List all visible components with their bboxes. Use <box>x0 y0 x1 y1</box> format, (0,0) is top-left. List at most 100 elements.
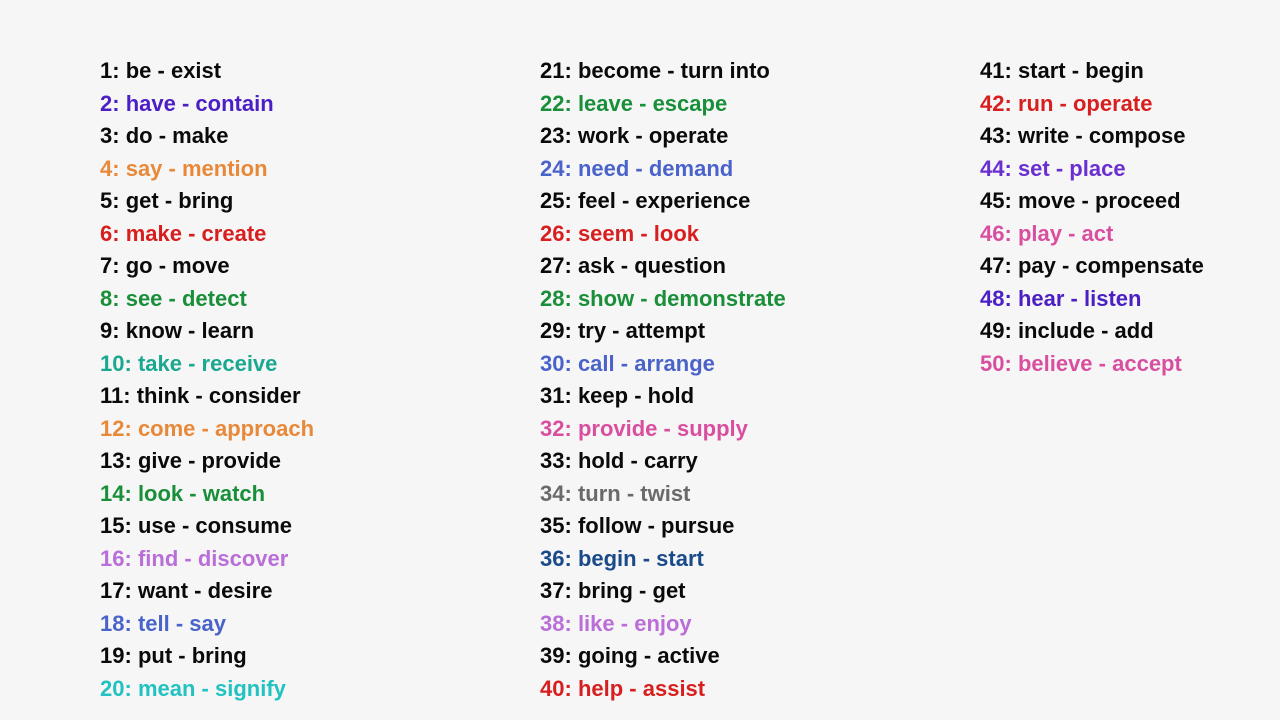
dash-separator: - <box>1069 123 1089 148</box>
dash-separator: - <box>1095 318 1115 343</box>
entry-synonym: move <box>172 253 229 278</box>
dash-separator: - <box>1093 351 1113 376</box>
entry-word: begin <box>578 546 637 571</box>
entry-number: 37 <box>540 578 564 603</box>
entry-word: say <box>126 156 163 181</box>
entry-49: 49: include - add <box>980 315 1280 348</box>
entry-13: 13: give - provide <box>100 445 540 478</box>
entry-synonym: listen <box>1084 286 1141 311</box>
entry-number: 46 <box>980 221 1004 246</box>
colon-separator: : <box>1004 221 1017 246</box>
dash-separator: - <box>182 351 202 376</box>
dash-separator: - <box>624 448 644 473</box>
entry-28: 28: show - demonstrate <box>540 283 980 316</box>
entry-4: 4: say - mention <box>100 153 540 186</box>
entry-word: do <box>126 123 153 148</box>
entry-8: 8: see - detect <box>100 283 540 316</box>
colon-separator: : <box>124 611 137 636</box>
entry-synonym: say <box>189 611 226 636</box>
column-3: 41: start - begin42: run - operate43: wr… <box>980 55 1280 705</box>
entry-42: 42: run - operate <box>980 88 1280 121</box>
colon-separator: : <box>564 416 577 441</box>
entry-number: 34 <box>540 481 564 506</box>
dash-separator: - <box>182 221 202 246</box>
colon-separator: : <box>1004 286 1017 311</box>
entry-24: 24: need - demand <box>540 153 980 186</box>
entry-9: 9: know - learn <box>100 315 540 348</box>
colon-separator: : <box>564 253 577 278</box>
entry-synonym: compose <box>1089 123 1186 148</box>
dash-separator: - <box>623 676 643 701</box>
entry-synonym: proceed <box>1095 188 1181 213</box>
colon-separator: : <box>112 318 125 343</box>
entry-number: 40 <box>540 676 564 701</box>
entry-10: 10: take - receive <box>100 348 540 381</box>
entry-number: 43 <box>980 123 1004 148</box>
dash-separator: - <box>1064 286 1084 311</box>
colon-separator: : <box>1004 351 1017 376</box>
entry-synonym: detect <box>182 286 247 311</box>
colon-separator: : <box>124 513 137 538</box>
entry-synonym: turn into <box>681 58 770 83</box>
synonym-list: 1: be - exist2: have - contain3: do - ma… <box>100 55 1280 705</box>
entry-word: use <box>138 513 176 538</box>
entry-synonym: signify <box>215 676 286 701</box>
entry-synonym: make <box>172 123 228 148</box>
entry-number: 36 <box>540 546 564 571</box>
entry-word: give <box>138 448 182 473</box>
entry-number: 26 <box>540 221 564 246</box>
entry-11: 11: think - consider <box>100 380 540 413</box>
colon-separator: : <box>112 221 125 246</box>
entry-number: 6 <box>100 221 112 246</box>
entry-15: 15: use - consume <box>100 510 540 543</box>
colon-separator: : <box>1004 91 1017 116</box>
entry-synonym: operate <box>1073 91 1152 116</box>
entry-number: 15 <box>100 513 124 538</box>
entry-number: 48 <box>980 286 1004 311</box>
entry-synonym: accept <box>1112 351 1182 376</box>
dash-separator: - <box>182 448 202 473</box>
colon-separator: : <box>564 351 577 376</box>
entry-synonym: create <box>202 221 267 246</box>
colon-separator: : <box>1004 58 1017 83</box>
entry-word: help <box>578 676 623 701</box>
entry-number: 31 <box>540 383 564 408</box>
entry-word: believe <box>1018 351 1093 376</box>
colon-separator: : <box>564 448 577 473</box>
entry-33: 33: hold - carry <box>540 445 980 478</box>
colon-separator: : <box>564 188 577 213</box>
entry-synonym: hold <box>648 383 694 408</box>
dash-separator: - <box>616 188 636 213</box>
entry-word: take <box>138 351 182 376</box>
entry-word: play <box>1018 221 1062 246</box>
entry-number: 5 <box>100 188 112 213</box>
colon-separator: : <box>564 513 577 538</box>
entry-word: go <box>126 253 153 278</box>
dash-separator: - <box>633 578 653 603</box>
entry-39: 39: going - active <box>540 640 980 673</box>
colon-separator: : <box>564 546 577 571</box>
entry-26: 26: seem - look <box>540 218 980 251</box>
entry-word: want <box>138 578 188 603</box>
dash-separator: - <box>159 188 179 213</box>
entry-word: have <box>126 91 176 116</box>
entry-number: 25 <box>540 188 564 213</box>
entry-44: 44: set - place <box>980 153 1280 186</box>
entry-number: 42 <box>980 91 1004 116</box>
entry-synonym: demonstrate <box>654 286 786 311</box>
colon-separator: : <box>564 383 577 408</box>
colon-separator: : <box>112 91 125 116</box>
entry-word: try <box>578 318 606 343</box>
colon-separator: : <box>112 253 125 278</box>
entry-word: feel <box>578 188 616 213</box>
dash-separator: - <box>195 416 215 441</box>
entry-word: tell <box>138 611 170 636</box>
entry-word: provide <box>578 416 657 441</box>
entry-number: 23 <box>540 123 564 148</box>
entry-synonym: act <box>1082 221 1114 246</box>
entry-number: 3 <box>100 123 112 148</box>
entry-word: hold <box>578 448 624 473</box>
entry-14: 14: look - watch <box>100 478 540 511</box>
dash-separator: - <box>637 546 657 571</box>
entry-synonym: start <box>656 546 704 571</box>
